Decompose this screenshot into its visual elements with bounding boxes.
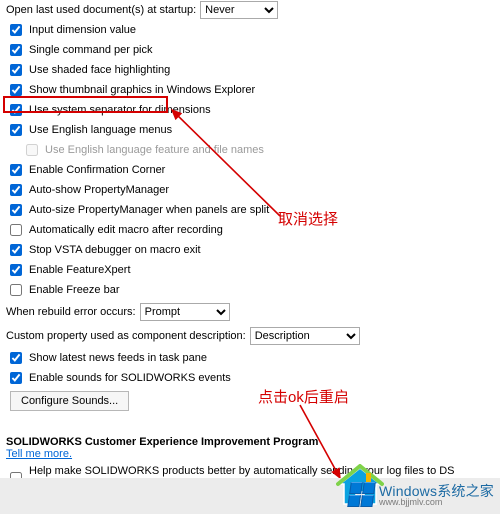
tell-me-more-link[interactable]: Tell me more.: [0, 448, 500, 460]
stop-vsta-label: Stop VSTA debugger on macro exit: [29, 243, 201, 257]
single-command-label: Single command per pick: [29, 43, 153, 57]
confirm-corner-label: Enable Confirmation Corner: [29, 163, 165, 177]
english-menus-label: Use English language menus: [29, 123, 172, 137]
option-thumbnail: Show thumbnail graphics in Windows Explo…: [0, 80, 500, 100]
config-sounds-row: Configure Sounds...: [0, 388, 500, 412]
option-sys-sep: Use system separator for dimensions: [0, 100, 500, 120]
autosize-pm-checkbox[interactable]: [10, 204, 22, 216]
stop-vsta-checkbox[interactable]: [10, 244, 22, 256]
input-dimension-label: Input dimension value: [29, 23, 136, 37]
rebuild-select[interactable]: Prompt: [140, 303, 230, 321]
featurexpert-checkbox[interactable]: [10, 264, 22, 276]
news-checkbox[interactable]: [10, 352, 22, 364]
option-input-dimension: Input dimension value: [0, 20, 500, 40]
option-freeze-bar: Enable Freeze bar: [0, 280, 500, 300]
confirm-corner-checkbox[interactable]: [10, 164, 22, 176]
option-confirm-corner: Enable Confirmation Corner: [0, 160, 500, 180]
shaded-face-checkbox[interactable]: [10, 64, 22, 76]
auto-pm-label: Auto-show PropertyManager: [29, 183, 169, 197]
sys-sep-checkbox[interactable]: [10, 104, 22, 116]
option-auto-pm: Auto-show PropertyManager: [0, 180, 500, 200]
english-files-checkbox: [26, 144, 38, 156]
auto-macro-label: Automatically edit macro after recording: [29, 223, 223, 237]
news-label: Show latest news feeds in task pane: [29, 351, 207, 365]
option-english-files: Use English language feature and file na…: [0, 140, 500, 160]
shaded-face-label: Use shaded face highlighting: [29, 63, 170, 77]
sys-sep-label: Use system separator for dimensions: [29, 103, 211, 117]
house-icon: [336, 464, 384, 508]
freeze-bar-label: Enable Freeze bar: [29, 283, 120, 297]
bottom-band: [0, 478, 500, 514]
auto-pm-checkbox[interactable]: [10, 184, 22, 196]
option-autosize-pm: Auto-size PropertyManager when panels ar…: [0, 200, 500, 220]
single-command-checkbox[interactable]: [10, 44, 22, 56]
thumbnail-checkbox[interactable]: [10, 84, 22, 96]
configure-sounds-button[interactable]: Configure Sounds...: [10, 391, 129, 411]
freeze-bar-checkbox[interactable]: [10, 284, 22, 296]
open-last-select[interactable]: Never: [200, 1, 278, 19]
option-english-menus: Use English language menus: [0, 120, 500, 140]
ceip-title: SOLIDWORKS Customer Experience Improveme…: [0, 430, 500, 448]
option-news: Show latest news feeds in task pane: [0, 348, 500, 368]
autosize-pm-label: Auto-size PropertyManager when panels ar…: [29, 203, 269, 217]
option-auto-macro: Automatically edit macro after recording: [0, 220, 500, 240]
open-last-label: Open last used document(s) at startup:: [6, 3, 196, 17]
custom-prop-select[interactable]: Description: [250, 327, 360, 345]
option-featurexpert: Enable FeatureXpert: [0, 260, 500, 280]
open-last-row: Open last used document(s) at startup: N…: [0, 0, 500, 20]
option-single-command: Single command per pick: [0, 40, 500, 60]
input-dimension-checkbox[interactable]: [10, 24, 22, 36]
thumbnail-label: Show thumbnail graphics in Windows Explo…: [29, 83, 255, 97]
option-sounds: Enable sounds for SOLIDWORKS events: [0, 368, 500, 388]
sounds-label: Enable sounds for SOLIDWORKS events: [29, 371, 231, 385]
custom-prop-label: Custom property used as component descri…: [6, 329, 246, 343]
english-menus-checkbox[interactable]: [10, 124, 22, 136]
option-stop-vsta: Stop VSTA debugger on macro exit: [0, 240, 500, 260]
rebuild-label: When rebuild error occurs:: [6, 305, 136, 319]
option-shaded-face: Use shaded face highlighting: [0, 60, 500, 80]
featurexpert-label: Enable FeatureXpert: [29, 263, 131, 277]
sounds-checkbox[interactable]: [10, 372, 22, 384]
auto-macro-checkbox[interactable]: [10, 224, 22, 236]
rebuild-row: When rebuild error occurs: Prompt: [0, 302, 500, 322]
custom-prop-row: Custom property used as component descri…: [0, 326, 500, 346]
english-files-label: Use English language feature and file na…: [45, 143, 264, 157]
